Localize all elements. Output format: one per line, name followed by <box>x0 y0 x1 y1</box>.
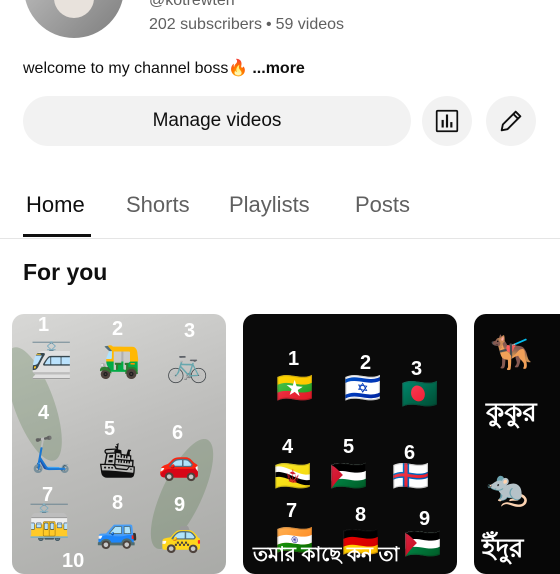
palestine-flag: 🇵🇸 <box>404 528 442 561</box>
train-emoji: 🚈 <box>30 342 73 380</box>
item-number: 5 <box>343 436 355 458</box>
short-card-flags[interactable]: 1 2 3 🇲🇲 🇮🇱 🇧🇩 4 5 6 🇧🇳 🇵🇸 🇫🇴 7 8 9 🇮🇳 🇩… <box>243 314 457 574</box>
description-text: welcome to my channel boss🔥 <box>23 60 249 77</box>
active-tab-indicator <box>23 234 91 237</box>
item-number: 7 <box>286 500 298 522</box>
channel-avatar[interactable] <box>24 0 124 38</box>
item-number: 1 <box>288 348 300 370</box>
item-number: 9 <box>174 494 186 516</box>
section-title: For you <box>23 259 108 285</box>
suv-emoji: 🚙 <box>96 512 139 550</box>
palestine-flag: 🇵🇸 <box>330 460 368 493</box>
israel-flag: 🇮🇱 <box>344 372 382 405</box>
item-number: 6 <box>172 422 184 444</box>
tram-emoji: 🚋 <box>28 504 71 542</box>
stats-separator: • <box>265 16 272 33</box>
bangladesh-flag: 🇧🇩 <box>401 378 439 411</box>
avatar-face <box>54 0 94 18</box>
item-number: 4 <box>282 436 294 458</box>
faroe-flag: 🇫🇴 <box>392 460 430 493</box>
video-count: 59 videos <box>275 16 345 33</box>
tab-home[interactable]: Home <box>26 192 85 218</box>
scooter-emoji: 🛴 <box>30 436 73 474</box>
channel-stats: 202 subscribers • 59 videos <box>149 16 344 34</box>
channel-tabs: Home Shorts Playlists Posts <box>0 180 560 239</box>
channel-description[interactable]: welcome to my channel boss🔥 ...more <box>23 58 305 78</box>
short-card-animals[interactable]: 🐕‍🦺 কুকুর 🐀 ইঁদুর <box>474 314 560 574</box>
tab-shorts[interactable]: Shorts <box>126 192 190 218</box>
item-number: 2 <box>112 318 124 340</box>
analytics-button[interactable] <box>422 96 472 146</box>
ship-emoji: 🛳 <box>96 442 140 480</box>
item-number: 5 <box>104 418 116 440</box>
bengali-word: ইঁদুর <box>482 533 524 563</box>
tab-playlists[interactable]: Playlists <box>229 192 310 218</box>
item-number: 1 <box>38 314 50 336</box>
item-number: 3 <box>184 320 196 342</box>
channel-handle: @kotrewten <box>149 0 235 9</box>
edit-channel-button[interactable] <box>486 96 536 146</box>
pencil-icon <box>500 110 522 132</box>
bengali-word: কুকুর <box>486 397 537 427</box>
item-number: 4 <box>38 402 50 424</box>
bicycle-emoji: 🚲 <box>166 346 209 384</box>
subscriber-count: 202 subscribers <box>149 16 262 33</box>
rat-emoji: 🐀 <box>486 470 529 508</box>
car-emoji: 🚗 <box>158 444 201 482</box>
myanmar-flag: 🇲🇲 <box>276 372 314 405</box>
dog-emoji: 🐕‍🦺 <box>490 334 533 372</box>
more-link[interactable]: ...more <box>252 60 304 77</box>
manage-videos-button[interactable]: Manage videos <box>23 96 411 146</box>
card-caption: তমার কাছে কন তা <box>253 544 400 566</box>
item-number: 8 <box>355 504 367 526</box>
tab-posts[interactable]: Posts <box>355 192 410 218</box>
brunei-flag: 🇧🇳 <box>274 460 312 493</box>
autorickshaw-emoji: 🛺 <box>98 342 141 380</box>
taxi-emoji: 🚕 <box>160 516 203 554</box>
short-card-vehicles[interactable]: 1 2 3 🚈 🛺 🚲 4 5 6 🛴 🛳 🚗 7 8 9 🚋 🚙 🚕 10 <box>12 314 226 574</box>
item-number: 10 <box>62 550 85 572</box>
bar-chart-icon <box>435 109 459 133</box>
